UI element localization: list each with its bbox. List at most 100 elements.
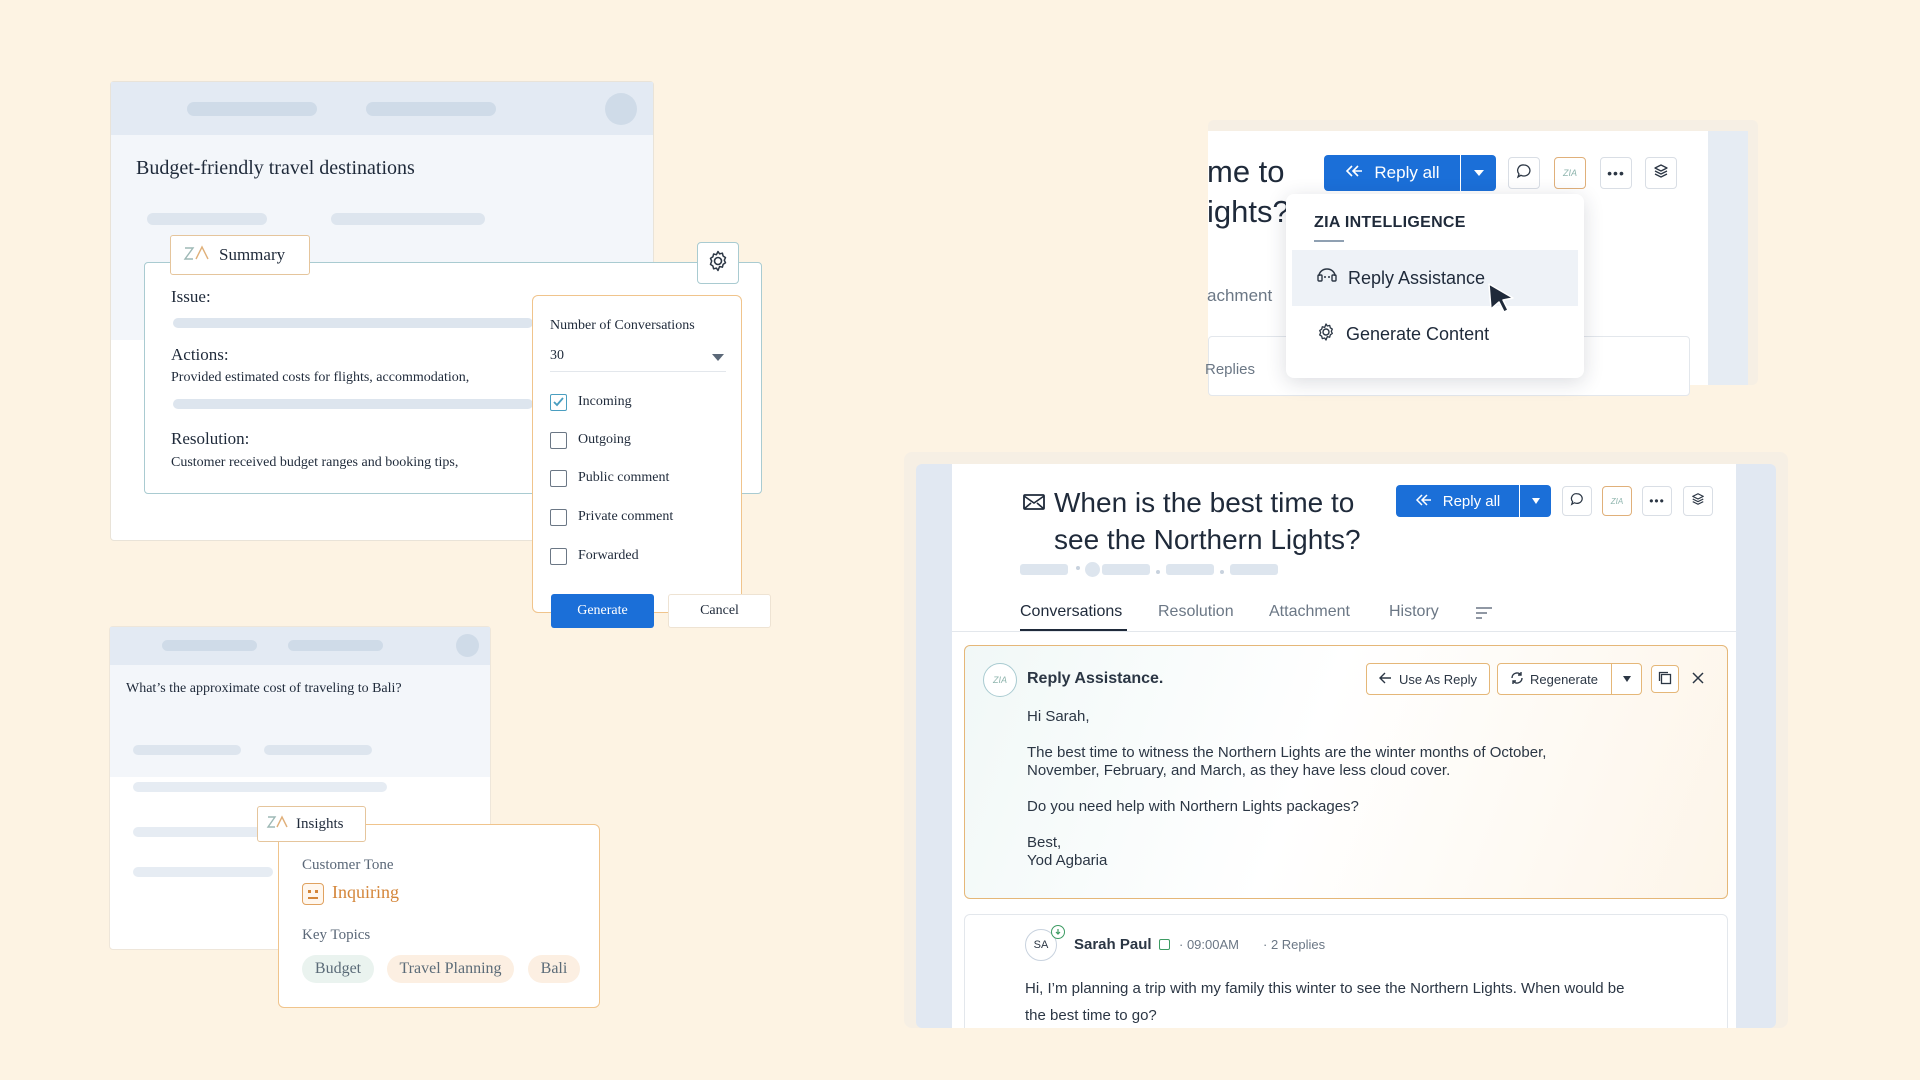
mail-icon <box>1022 492 1046 517</box>
checkbox-label: Private comment <box>578 509 674 524</box>
settings-gear-button[interactable] <box>697 242 739 284</box>
checkbox-public-comment[interactable] <box>550 470 567 487</box>
checkbox-row[interactable]: Public comment <box>550 468 730 490</box>
card-header <box>111 82 653 135</box>
replies-partial: Replies <box>1205 361 1256 378</box>
zia-button[interactable]: ZIA <box>1602 486 1632 516</box>
ticket-title: When is the best time to see the Norther… <box>1054 487 1361 555</box>
checkbox-row[interactable]: Forwarded <box>550 546 730 568</box>
resolution-text: Customer received budget ranges and book… <box>171 455 459 470</box>
comment-icon <box>1570 492 1584 511</box>
close-icon[interactable] <box>1691 671 1705 690</box>
conversation-settings-popup: Number of Conversations 30 Incoming Outg… <box>532 295 742 613</box>
checkbox-row[interactable]: Incoming <box>550 392 730 414</box>
zia-icon: ZIA <box>992 675 1007 685</box>
summary-tag: Summary <box>170 235 310 275</box>
chevron-down-icon <box>1473 170 1484 176</box>
resolution-label: Resolution: <box>171 429 250 448</box>
layers-icon <box>1653 163 1669 184</box>
actions-text: Provided estimated costs for flights, ac… <box>171 370 470 385</box>
reply-all-icon <box>1344 163 1364 183</box>
mouse-cursor-icon <box>1487 282 1517 319</box>
tab-conversations[interactable]: Conversations <box>1020 603 1122 621</box>
message-author: Sarah Paul <box>1074 936 1152 953</box>
checkbox-label: Incoming <box>578 394 632 409</box>
ticket-title-partial: me to ights? <box>1207 154 1290 229</box>
layers-icon <box>1691 492 1705 511</box>
avatar <box>456 634 479 657</box>
comment-button[interactable] <box>1508 157 1540 189</box>
reply-all-icon <box>1415 493 1433 510</box>
conversation-message: SA Sarah Paul · 09:00AM · 2 Replies Hi, … <box>964 914 1728 1034</box>
checkbox-row[interactable]: Private comment <box>550 507 730 529</box>
note-icon <box>1159 939 1170 950</box>
customer-tone-value: Inquiring <box>332 882 399 902</box>
tab-attachment-partial[interactable]: achment <box>1207 286 1272 306</box>
insights-tag-label: Insights <box>296 815 344 832</box>
copy-button[interactable] <box>1651 665 1679 693</box>
generate-button[interactable]: Generate <box>551 594 654 628</box>
refresh-icon <box>1510 671 1524 688</box>
more-options-button[interactable]: ••• <box>1600 157 1632 189</box>
zia-avatar: ZIA <box>983 663 1017 697</box>
ticket-subject: Budget-friendly travel destinations <box>136 157 415 179</box>
filter-icon[interactable] <box>1475 606 1493 625</box>
conversations-count-select[interactable]: 30 <box>550 342 726 372</box>
zia-icon <box>266 814 290 835</box>
cancel-button[interactable]: Cancel <box>668 594 771 628</box>
layers-button[interactable] <box>1645 157 1677 189</box>
checkbox-incoming[interactable] <box>550 394 567 411</box>
reply-assistance-title: Reply Assistance. <box>1027 670 1164 687</box>
reply-all-dropdown-button[interactable] <box>1520 485 1551 517</box>
menu-item-reply-assistance[interactable]: Reply Assistance <box>1292 250 1578 306</box>
message-time: · 09:00AM <box>1179 937 1239 952</box>
chevron-down-icon <box>1622 676 1631 682</box>
topic-chip: Budget <box>302 955 374 983</box>
comment-button[interactable] <box>1562 486 1592 516</box>
regenerate-button[interactable]: Regenerate <box>1497 663 1613 695</box>
checkbox-outgoing[interactable] <box>550 432 567 449</box>
avatar <box>605 93 637 125</box>
incoming-badge-icon <box>1051 925 1065 939</box>
conversations-count-label: Number of Conversations <box>550 318 695 333</box>
tab-history[interactable]: History <box>1389 603 1439 621</box>
actions-label: Actions: <box>171 345 229 364</box>
reply-assistance-panel: ZIA Reply Assistance. Use As Reply Regen… <box>964 645 1728 899</box>
more-horizontal-icon: ••• <box>1607 165 1625 181</box>
more-horizontal-icon: ••• <box>1649 494 1665 508</box>
chevron-down-icon <box>1531 498 1540 504</box>
ticket-question: What’s the approximate cost of traveling… <box>126 681 402 696</box>
insights-tag: Insights <box>257 806 366 842</box>
zia-button[interactable]: ZIA <box>1554 157 1586 189</box>
reply-all-button[interactable]: Reply all <box>1396 485 1519 517</box>
topic-chip: Bali <box>528 955 580 983</box>
topic-chip: Travel Planning <box>387 955 514 983</box>
menu-item-generate-content[interactable]: Generate Content <box>1292 306 1578 362</box>
message-body: Hi, I’m planning a trip with my family t… <box>1025 980 1625 1024</box>
chevron-down-icon <box>712 354 724 361</box>
copy-icon <box>1658 671 1672 688</box>
generate-icon <box>1316 322 1336 347</box>
reply-all-button[interactable]: Reply all <box>1324 155 1460 191</box>
more-options-button[interactable]: ••• <box>1642 486 1672 516</box>
message-replies[interactable]: · 2 Replies <box>1263 937 1325 952</box>
gear-icon <box>706 249 730 278</box>
card-header <box>110 627 490 665</box>
select-value: 30 <box>550 348 564 363</box>
use-as-reply-button[interactable]: Use As Reply <box>1366 663 1491 695</box>
reply-all-dropdown-button[interactable] <box>1461 155 1496 191</box>
zia-icon: ZIA <box>1562 168 1577 178</box>
reply-assist-icon <box>1316 266 1338 291</box>
menu-heading: ZIA INTELLIGENCE <box>1314 214 1466 231</box>
tab-attachment[interactable]: Attachment <box>1269 603 1350 621</box>
key-topics-label: Key Topics <box>302 927 371 943</box>
layers-button[interactable] <box>1683 486 1713 516</box>
checkbox-private-comment[interactable] <box>550 509 567 526</box>
checkbox-label: Forwarded <box>578 548 639 563</box>
checkbox-forwarded[interactable] <box>550 548 567 565</box>
checkbox-row[interactable]: Outgoing <box>550 430 730 452</box>
tab-resolution[interactable]: Resolution <box>1158 603 1234 621</box>
zia-intelligence-menu: ZIA INTELLIGENCE Reply Assistance Genera… <box>1286 194 1584 378</box>
insights-panel: Customer Tone Inquiring Key Topics Budge… <box>278 824 600 1008</box>
regenerate-dropdown-button[interactable] <box>1611 663 1642 695</box>
